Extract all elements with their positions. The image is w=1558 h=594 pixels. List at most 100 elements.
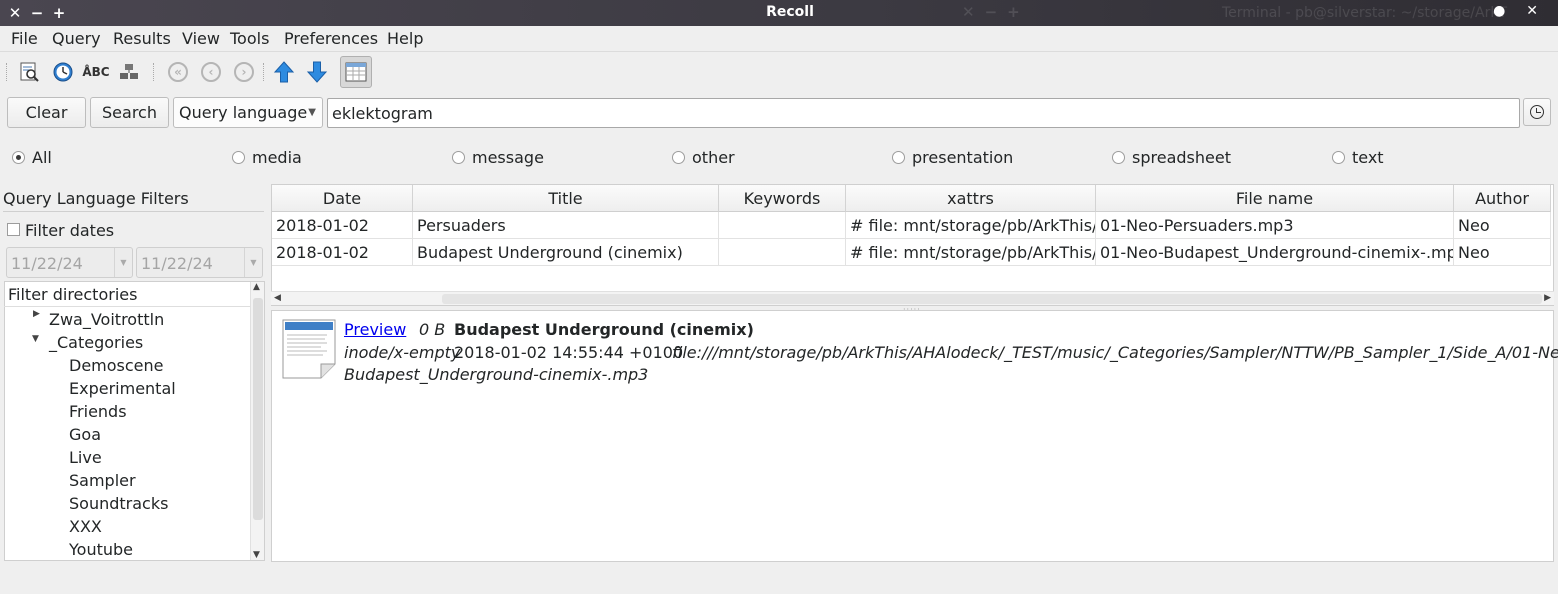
clear-button[interactable]: Clear: [7, 97, 86, 128]
table-cell[interactable]: 2018-01-02: [272, 239, 413, 266]
directory-tree-header: Filter directories: [8, 285, 138, 304]
tree-item[interactable]: Experimental: [69, 379, 176, 398]
table-horizontal-scrollbar[interactable]: ◀ ▶: [271, 291, 1554, 305]
category-message[interactable]: message: [452, 148, 544, 167]
next-page-icon[interactable]: ›: [231, 59, 257, 85]
tree-item[interactable]: Sampler: [69, 471, 136, 490]
table-cell[interactable]: Neo: [1454, 212, 1551, 239]
search-button[interactable]: Search: [90, 97, 169, 128]
date-to-field[interactable]: 11/22/24 ▼: [136, 247, 263, 278]
preview-link[interactable]: Preview: [344, 320, 406, 339]
tree-item[interactable]: XXX: [69, 517, 102, 536]
category-label: spreadsheet: [1132, 148, 1231, 167]
category-other[interactable]: other: [672, 148, 735, 167]
table-cell[interactable]: # file: mnt/storage/pb/ArkThis/AHAlodeck: [846, 239, 1096, 266]
clock-icon: [1530, 105, 1544, 119]
menu-results[interactable]: Results: [113, 29, 171, 48]
tree-item[interactable]: Youtube: [69, 540, 133, 559]
search-input[interactable]: eklektogram: [327, 98, 1520, 128]
spin-icon[interactable]: ▼: [244, 248, 262, 277]
scroll-left-icon[interactable]: ◀: [274, 293, 281, 303]
date-from-value: 11/22/24: [11, 254, 83, 273]
menu-help[interactable]: Help: [387, 29, 423, 48]
query-mode-value: Query language: [179, 103, 308, 122]
divider: [4, 306, 250, 307]
table-cell[interactable]: [719, 212, 846, 239]
category-label: presentation: [912, 148, 1014, 167]
scrollbar-thumb[interactable]: [442, 294, 1542, 304]
window-menu-icons[interactable]: ● ✕: [1493, 3, 1546, 19]
menu-query[interactable]: Query: [52, 29, 101, 48]
tree-item[interactable]: Friends: [69, 402, 127, 421]
date-from-field[interactable]: 11/22/24 ▼: [6, 247, 133, 278]
table-cell[interactable]: Persuaders: [413, 212, 719, 239]
category-label: message: [472, 148, 544, 167]
result-date: 2018-01-02 14:55:44 +0100: [454, 343, 684, 362]
filter-dates-checkbox[interactable]: [7, 223, 20, 236]
column-header-xattrs[interactable]: xattrs: [846, 185, 1096, 212]
radio-icon: [1332, 151, 1345, 164]
table-view-icon[interactable]: [340, 56, 372, 88]
radio-icon: [672, 151, 685, 164]
category-label: other: [692, 148, 735, 167]
sort-down-icon[interactable]: [304, 59, 330, 85]
expand-arrow-icon[interactable]: ▶: [33, 309, 40, 319]
tree-item[interactable]: Goa: [69, 425, 101, 444]
result-size: 0 B: [419, 320, 446, 339]
table-cell[interactable]: 01-Neo-Persuaders.mp3: [1096, 212, 1454, 239]
tree-item-expanded[interactable]: _Categories: [49, 333, 143, 352]
tree-item[interactable]: Demoscene: [69, 356, 164, 375]
column-header-date[interactable]: Date: [272, 185, 413, 212]
column-header-filename[interactable]: File name: [1096, 185, 1454, 212]
scroll-up-icon[interactable]: ▲: [253, 282, 260, 292]
history-icon[interactable]: [50, 59, 76, 85]
scroll-down-icon[interactable]: ▼: [253, 550, 260, 560]
results-table: Date Title Keywords xattrs File name Aut…: [271, 184, 1554, 306]
scroll-right-icon[interactable]: ▶: [1544, 293, 1551, 303]
sort-up-icon[interactable]: [271, 59, 297, 85]
date-to-value: 11/22/24: [141, 254, 213, 273]
table-cell[interactable]: 2018-01-02: [272, 212, 413, 239]
index-icon[interactable]: [116, 59, 142, 85]
scrollbar-thumb[interactable]: [253, 298, 263, 520]
tree-scrollbar[interactable]: ▲ ▼: [250, 282, 264, 560]
table-cell[interactable]: # file: mnt/storage/pb/ArkThis/AHAlodeck: [846, 212, 1096, 239]
column-header-keywords[interactable]: Keywords: [719, 185, 846, 212]
query-mode-select[interactable]: Query language ▼: [173, 97, 323, 128]
tree-item-collapsed[interactable]: Zwa_Voitrottln: [49, 310, 164, 329]
tree-item[interactable]: Soundtracks: [69, 494, 168, 513]
first-page-icon[interactable]: «: [165, 59, 191, 85]
history-button[interactable]: [1523, 98, 1551, 126]
column-header-author[interactable]: Author: [1454, 185, 1551, 212]
collapse-arrow-icon[interactable]: ▼: [32, 334, 39, 344]
table-cell[interactable]: Neo: [1454, 239, 1551, 266]
menu-tools[interactable]: Tools: [230, 29, 269, 48]
filter-dates-label[interactable]: Filter dates: [25, 221, 114, 240]
category-text[interactable]: text: [1332, 148, 1384, 167]
tree-item[interactable]: Live: [69, 448, 102, 467]
table-cell[interactable]: [719, 239, 846, 266]
previous-page-icon[interactable]: ‹: [198, 59, 224, 85]
radio-icon: [1112, 151, 1125, 164]
result-title: Budapest Underground (cinemix): [454, 320, 754, 339]
category-spreadsheet[interactable]: spreadsheet: [1112, 148, 1231, 167]
title-bar: ✕ − + ✕−+ Recoll Terminal - pb@silversta…: [0, 0, 1558, 26]
spin-icon[interactable]: ▼: [114, 248, 132, 277]
status-bar: [0, 565, 1558, 594]
divider: [3, 211, 264, 212]
menu-file[interactable]: File: [11, 29, 38, 48]
spelling-icon[interactable]: ÅBC: [82, 59, 109, 85]
category-media[interactable]: media: [232, 148, 302, 167]
toolbar-separator: [153, 63, 155, 81]
menu-view[interactable]: View: [182, 29, 220, 48]
table-cell[interactable]: Budapest Underground (cinemix): [413, 239, 719, 266]
category-all[interactable]: All: [12, 148, 52, 167]
spell-search-icon[interactable]: [16, 59, 42, 85]
background-window-title: Terminal - pb@silverstar: ~/storage/ArkT: [1222, 5, 1507, 21]
column-header-title[interactable]: Title: [413, 185, 719, 212]
radio-icon: [452, 151, 465, 164]
table-cell[interactable]: 01-Neo-Budapest_Underground-cinemix-.mp3: [1096, 239, 1454, 266]
filters-title: Query Language Filters: [3, 189, 189, 208]
category-presentation[interactable]: presentation: [892, 148, 1013, 167]
menu-preferences[interactable]: Preferences: [284, 29, 378, 48]
